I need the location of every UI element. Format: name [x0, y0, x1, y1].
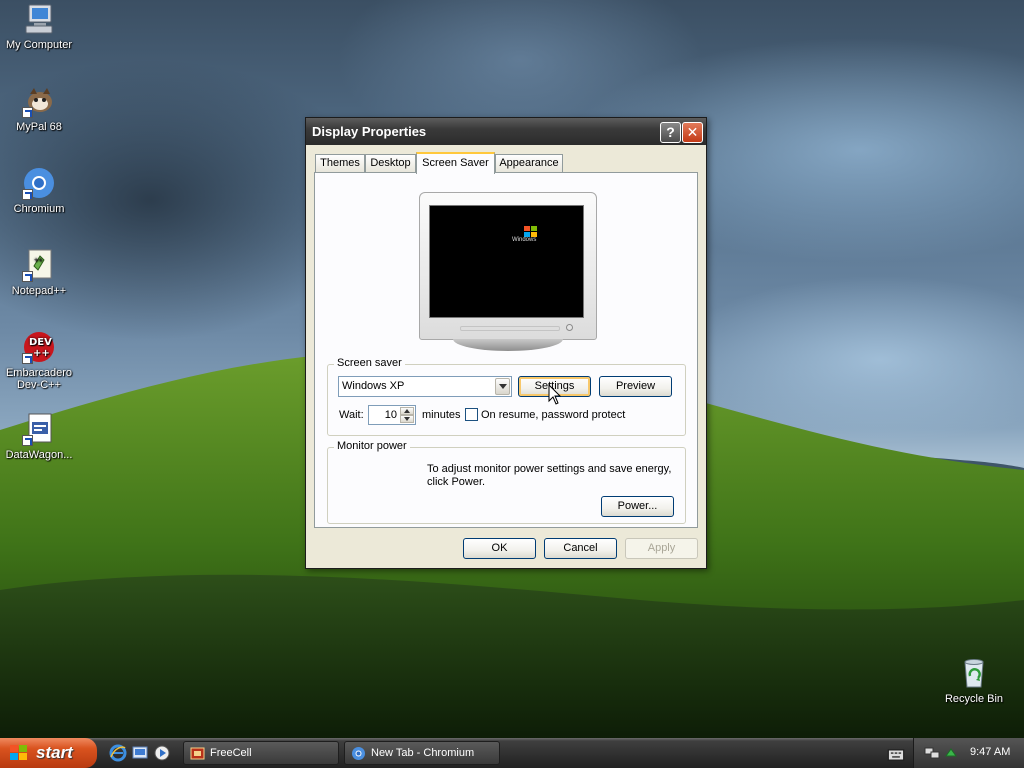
- monitor-power-group-title: Monitor power: [334, 440, 410, 452]
- wait-label: Wait:: [339, 409, 364, 421]
- mypal-icon: [22, 84, 56, 118]
- safely-remove-hardware-icon[interactable]: [944, 746, 958, 760]
- system-tray: 9:47 AM: [913, 738, 1024, 768]
- wait-minutes-value: 10: [384, 409, 397, 421]
- svg-text:++: ++: [34, 257, 42, 264]
- spin-down-icon[interactable]: [400, 415, 414, 423]
- desktop-icon-dev-cpp[interactable]: DEV ++ Embarcadero Dev-C++: [0, 330, 79, 391]
- password-protect-label[interactable]: On resume, password protect: [481, 409, 625, 421]
- tab-desktop[interactable]: Desktop: [365, 154, 416, 173]
- start-button[interactable]: start: [0, 738, 97, 768]
- clock[interactable]: 9:47 AM: [970, 746, 1010, 758]
- preview-logo-text: Windows: [512, 237, 537, 243]
- apply-button[interactable]: Apply: [625, 538, 698, 559]
- help-button[interactable]: ?: [660, 122, 681, 143]
- close-button[interactable]: ✕: [682, 122, 703, 143]
- desktop-icon-label: My Computer: [5, 39, 73, 51]
- desktop-icon-my-computer[interactable]: My Computer: [0, 2, 79, 51]
- tab-screen-saver[interactable]: Screen Saver: [416, 152, 495, 174]
- network-icon[interactable]: [924, 746, 940, 760]
- task-label: New Tab - Chromium: [371, 747, 475, 759]
- display-properties-dialog: Display Properties ? ✕ Themes Desktop Sc…: [305, 117, 707, 569]
- monitor-stand: [453, 339, 563, 351]
- start-label: start: [36, 743, 73, 762]
- recycle-bin-icon: [957, 656, 991, 690]
- desktop-icon-label: Chromium: [13, 203, 65, 215]
- monitor-power-description: To adjust monitor power settings and sav…: [427, 463, 672, 488]
- show-desktop-icon[interactable]: [131, 744, 149, 762]
- monitor-power-led: [566, 324, 573, 331]
- chevron-down-icon[interactable]: [495, 378, 510, 395]
- task-freecell[interactable]: FreeCell: [183, 741, 339, 765]
- wait-minutes-stepper[interactable]: 10: [368, 405, 416, 425]
- desktop-icon-label: MyPal 68: [16, 121, 62, 133]
- desktop-icon-notepad-plus-plus[interactable]: ++ Notepad++: [0, 248, 79, 297]
- windows-flag-icon: [10, 745, 28, 761]
- monitor-bezel-bar: [460, 326, 560, 331]
- desktop-icon-recycle-bin[interactable]: Recycle Bin: [934, 656, 1014, 705]
- spin-up-icon[interactable]: [400, 407, 414, 415]
- minutes-label: minutes: [422, 409, 461, 421]
- computer-icon: [22, 2, 56, 36]
- monitor-power-group: Monitor power To adjust monitor power se…: [327, 440, 686, 524]
- desktop-icon-datawagon[interactable]: DataWagon...: [0, 412, 79, 461]
- shortcut-arrow-icon: [22, 271, 33, 282]
- desktop-icon-mypal[interactable]: MyPal 68: [0, 84, 79, 133]
- desktop-icon-label: Notepad++: [11, 285, 67, 297]
- password-protect-checkbox[interactable]: [465, 408, 478, 421]
- preview-screen: Windows: [429, 205, 584, 318]
- internet-explorer-icon[interactable]: [109, 744, 127, 762]
- screen-saver-group-title: Screen saver: [334, 357, 405, 369]
- mouse-pointer-icon: [548, 384, 562, 405]
- tab-appearance[interactable]: Appearance: [495, 154, 563, 173]
- desktop-icon-chromium[interactable]: Chromium: [0, 166, 79, 215]
- freecell-icon: [190, 747, 205, 760]
- svg-text:++: ++: [33, 348, 50, 359]
- notepad-plus-plus-icon: ++: [22, 248, 56, 282]
- windows-flag-icon: [524, 226, 538, 237]
- preview-button[interactable]: Preview: [599, 376, 672, 397]
- screen-saver-select[interactable]: Windows XP: [338, 376, 512, 397]
- desktop-icon-label: DataWagon...: [5, 449, 73, 461]
- dev-cpp-icon: DEV ++: [22, 330, 56, 364]
- taskbar: start FreeCell New Tab - Chromium 9:47 A…: [0, 738, 1024, 768]
- shortcut-arrow-icon: [22, 353, 33, 364]
- shortcut-arrow-icon: [22, 189, 33, 200]
- power-button[interactable]: Power...: [601, 496, 674, 517]
- windows-logo-icon: Windows: [512, 226, 544, 248]
- task-label: FreeCell: [210, 747, 252, 759]
- media-player-icon[interactable]: [153, 744, 171, 762]
- shortcut-arrow-icon: [22, 107, 33, 118]
- dialog-title: Display Properties: [312, 124, 427, 139]
- svg-text:DEV: DEV: [29, 337, 52, 348]
- screen-saver-group: Screen saver Windows XP Settings Preview…: [327, 357, 686, 436]
- task-chromium[interactable]: New Tab - Chromium: [344, 741, 500, 765]
- dialog-titlebar[interactable]: Display Properties ? ✕: [306, 118, 706, 145]
- shortcut-arrow-icon: [22, 435, 33, 446]
- keyboard-icon[interactable]: [887, 746, 905, 764]
- monitor-preview: Windows: [419, 192, 597, 340]
- chromium-icon: [22, 166, 56, 200]
- desktop-icon-label: Recycle Bin: [944, 693, 1004, 705]
- cancel-button[interactable]: Cancel: [544, 538, 617, 559]
- document-icon: [22, 412, 56, 446]
- tab-themes[interactable]: Themes: [315, 154, 365, 173]
- screen-saver-select-value: Windows XP: [342, 380, 405, 392]
- stepper-buttons: [400, 407, 414, 423]
- chromium-icon: [352, 747, 365, 760]
- screen-saver-panel: Windows Screen saver Windows XP Settings…: [314, 172, 698, 528]
- ok-button[interactable]: OK: [463, 538, 536, 559]
- desktop-icon-label: Embarcadero Dev-C++: [5, 367, 73, 391]
